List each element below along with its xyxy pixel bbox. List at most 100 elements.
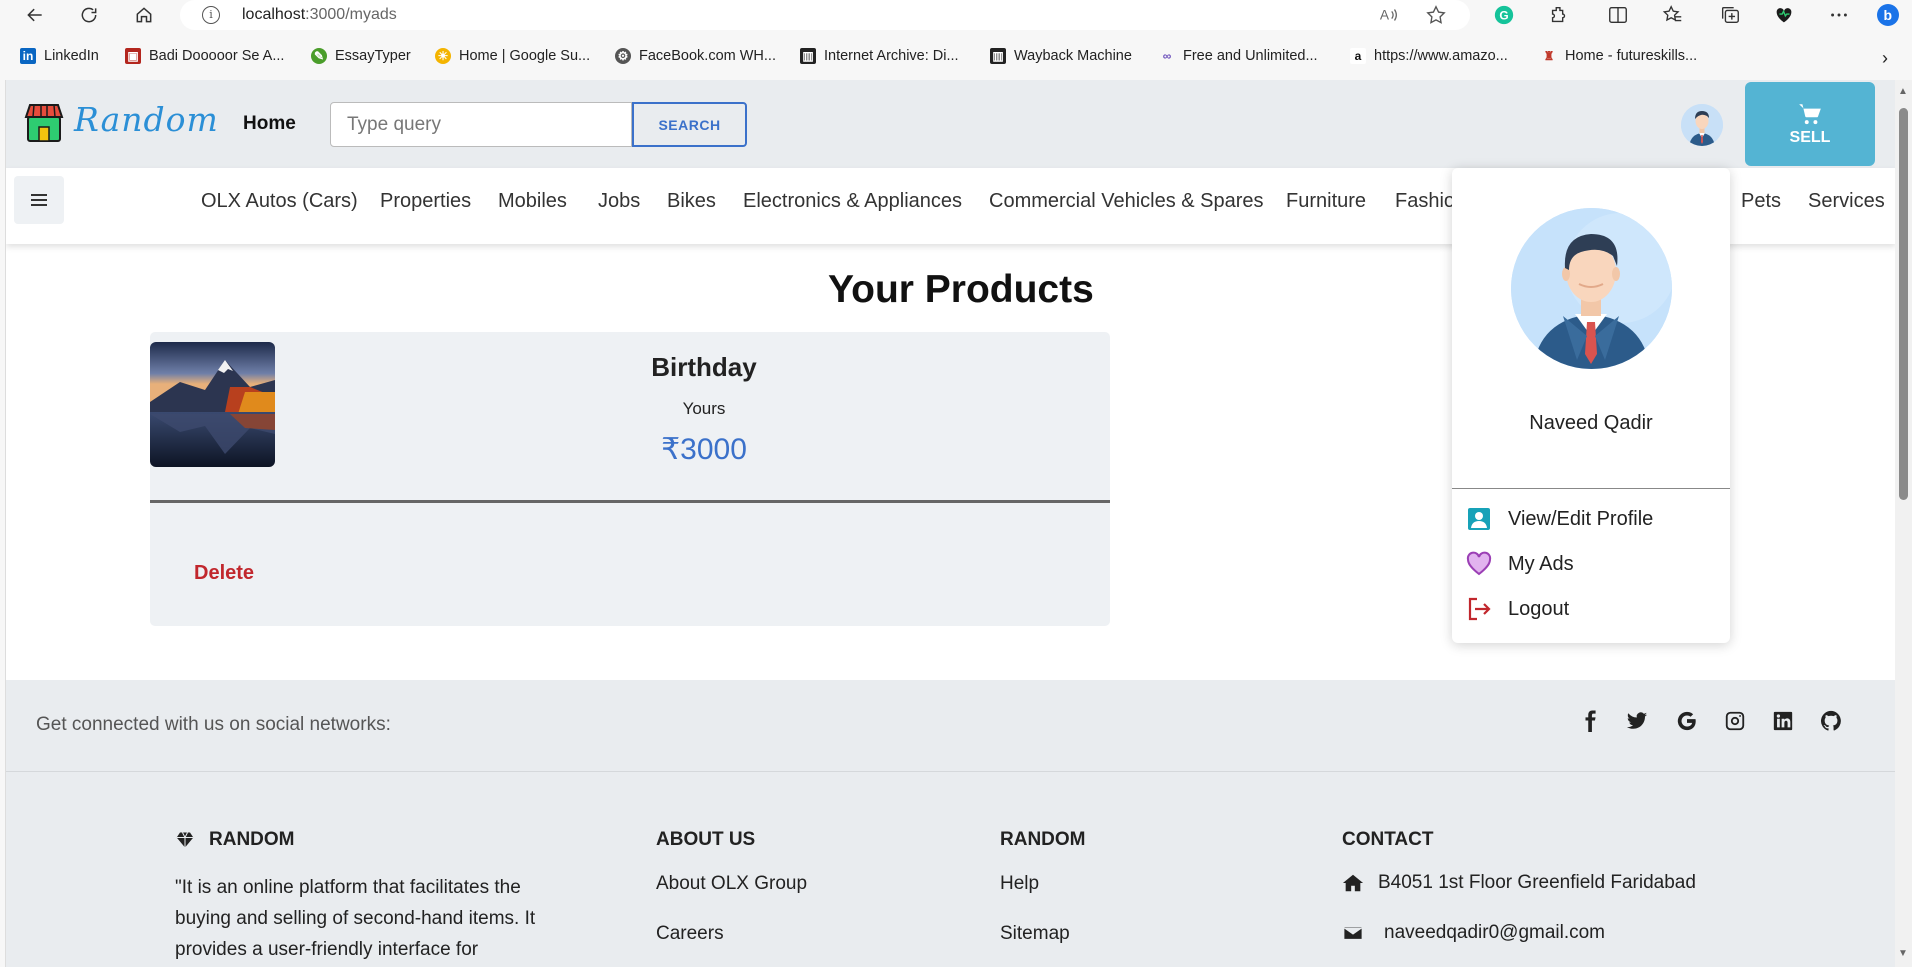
archive-icon: ▥	[800, 48, 816, 64]
bookmarks-overflow-icon[interactable]: ›	[1882, 48, 1888, 69]
extensions-icon[interactable]	[1547, 3, 1571, 27]
menu-item-view-edit-profile[interactable]: View/Edit Profile	[1466, 506, 1653, 532]
sun-icon: ☀	[435, 48, 451, 64]
collections-icon[interactable]	[1718, 3, 1742, 27]
scroll-down-icon[interactable]: ▼	[1898, 948, 1908, 959]
category-properties[interactable]: Properties	[380, 190, 471, 213]
menu-item-my-ads[interactable]: My Ads	[1466, 551, 1574, 577]
split-screen-icon[interactable]	[1606, 3, 1630, 27]
dropdown-divider	[1452, 488, 1730, 489]
pen-icon: ✎	[311, 48, 327, 64]
bookmark-futureskills[interactable]: ♜ Home - futureskills...	[1541, 48, 1698, 64]
instagram-icon[interactable]	[1724, 710, 1748, 734]
gear-icon: ⚙	[615, 48, 631, 64]
sell-button[interactable]: SELL	[1745, 82, 1875, 166]
footer-heading-random-brand: RANDOM	[175, 829, 295, 851]
google-icon[interactable]	[1676, 710, 1700, 734]
home-icon	[1342, 874, 1364, 892]
trophy-icon: ♜	[1543, 49, 1555, 63]
linkedin-icon[interactable]	[1772, 710, 1796, 734]
page-scrollbar[interactable]: ▲ ▼	[1895, 80, 1912, 967]
hamburger-menu-icon[interactable]	[14, 176, 64, 224]
search-input[interactable]	[330, 102, 632, 147]
product-card: Birthday Yours ₹3000 Delete	[150, 332, 1110, 626]
facebook-icon[interactable]	[1580, 710, 1604, 734]
dropdown-avatar	[1511, 208, 1672, 369]
web-page: Random Home SEARCH SELL OLX Autos (Cars)…	[5, 80, 1895, 967]
footer-link-about-olx[interactable]: About OLX Group	[656, 873, 807, 895]
browser-toolbar: i localhost:3000/myads A G b	[0, 0, 1912, 30]
store-logo-icon[interactable]	[24, 101, 64, 143]
scrollbar-thumb[interactable]	[1899, 108, 1908, 500]
linkedin-icon: in	[20, 48, 36, 64]
category-mobiles[interactable]: Mobiles	[498, 190, 567, 213]
movie-icon: ▣	[125, 48, 141, 64]
contact-email[interactable]: naveedqadir0@gmail.com	[1342, 922, 1605, 944]
site-info-icon[interactable]: i	[202, 6, 220, 24]
site-logo-text[interactable]: Random	[74, 100, 219, 139]
home-link[interactable]: Home	[243, 113, 296, 135]
read-aloud-icon[interactable]: A	[1378, 4, 1400, 26]
bookmark-amazon[interactable]: a https://www.amazo...	[1350, 48, 1508, 64]
bookmark-google-sites[interactable]: ☀ Home | Google Su...	[435, 48, 590, 64]
card-divider	[150, 500, 1110, 503]
bookmark-badi[interactable]: ▣ Badi Dooooor Se A...	[125, 48, 284, 64]
category-furniture[interactable]: Furniture	[1286, 190, 1366, 213]
favorites-icon[interactable]	[1661, 3, 1685, 27]
bookmark-internet-archive[interactable]: ▥ Internet Archive: Di...	[800, 48, 959, 64]
bookmarks-bar: in LinkedIn ▣ Badi Dooooor Se A... ✎ EssayT…	[0, 44, 1912, 72]
category-jobs[interactable]: Jobs	[598, 190, 640, 213]
bookmark-linkedin[interactable]: in LinkedIn	[20, 48, 99, 64]
cart-icon	[1799, 104, 1821, 125]
scroll-up-icon[interactable]: ▲	[1898, 86, 1908, 97]
svg-text:A: A	[1380, 8, 1390, 23]
favorite-star-icon[interactable]	[1425, 4, 1447, 26]
logout-icon	[1468, 597, 1491, 621]
user-name: Naveed Qadir	[1529, 412, 1653, 434]
footer-heading-about: ABOUT US	[656, 829, 756, 850]
bookmark-essaytyper[interactable]: ✎ EssayTyper	[311, 48, 411, 64]
profile-card-icon	[1468, 508, 1490, 530]
footer: RANDOM "It is an online platform that fa…	[6, 772, 1895, 967]
footer-link-careers[interactable]: Careers	[656, 923, 724, 945]
product-subtitle: Yours	[682, 399, 726, 418]
social-bar: Get connected with us on social networks…	[6, 680, 1895, 772]
browser-essentials-icon[interactable]	[1772, 3, 1796, 27]
address-bar[interactable]: i localhost:3000/myads A	[180, 0, 1470, 30]
category-pets[interactable]: Pets	[1741, 190, 1781, 213]
bookmark-wayback[interactable]: ▥ Wayback Machine	[990, 48, 1132, 64]
amazon-icon: a	[1350, 48, 1366, 64]
footer-link-sitemap[interactable]: Sitemap	[1000, 923, 1070, 945]
twitter-icon[interactable]	[1626, 710, 1650, 734]
site-header: Random Home SEARCH SELL	[6, 80, 1895, 168]
svg-text:G: G	[1499, 9, 1508, 23]
sell-label: SELL	[1789, 129, 1831, 146]
product-title: Birthday	[651, 352, 757, 382]
copilot-icon[interactable]: b	[1876, 3, 1900, 27]
back-icon[interactable]	[22, 2, 48, 28]
refresh-icon[interactable]	[76, 2, 102, 28]
more-menu-icon[interactable]	[1827, 3, 1851, 27]
footer-description: "It is an online platform that facilitat…	[175, 877, 536, 960]
user-avatar[interactable]	[1681, 104, 1723, 146]
github-icon[interactable]	[1820, 710, 1844, 734]
menu-item-logout[interactable]: Logout	[1466, 596, 1569, 622]
svg-text:b: b	[1884, 7, 1893, 23]
home-icon[interactable]	[131, 2, 157, 28]
bookmark-free-unlimited[interactable]: ∞ Free and Unlimited...	[1159, 48, 1318, 64]
category-olx-autos[interactable]: OLX Autos (Cars)	[201, 190, 358, 213]
grammarly-icon[interactable]: G	[1492, 3, 1516, 27]
category-electronics[interactable]: Electronics & Appliances	[743, 190, 962, 213]
category-services[interactable]: Services	[1808, 190, 1885, 213]
footer-heading-random: RANDOM	[1000, 829, 1086, 850]
category-commercial-vehicles[interactable]: Commercial Vehicles & Spares	[989, 190, 1264, 213]
contact-address: B4051 1st Floor Greenfield Faridabad	[1342, 872, 1696, 894]
address-text[interactable]: localhost:3000/myads	[242, 6, 397, 24]
search-button[interactable]: SEARCH	[632, 102, 747, 147]
footer-link-help[interactable]: Help	[1000, 873, 1039, 895]
bookmark-facebook[interactable]: ⚙ FaceBook.com WH...	[615, 48, 776, 64]
footer-heading-contact: CONTACT	[1342, 829, 1434, 850]
delete-button[interactable]: Delete	[194, 562, 254, 585]
category-bikes[interactable]: Bikes	[667, 190, 716, 213]
social-text: Get connected with us on social networks…	[36, 714, 391, 735]
